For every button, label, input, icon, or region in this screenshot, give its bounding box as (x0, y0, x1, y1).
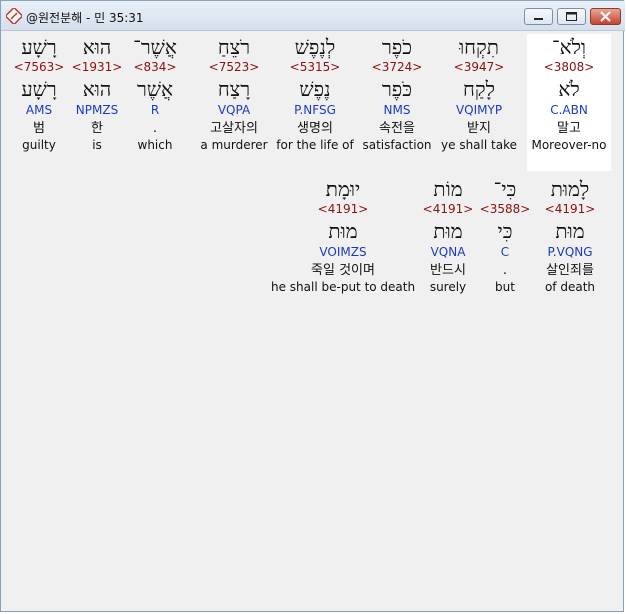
korean-gloss: 속전을 (379, 121, 415, 136)
word-cell[interactable]: כִּי־ <3588> כִּי C . but (477, 176, 533, 294)
interlinear-panel: וְלֹא־ <3808> לֹא C.ABN 말고 Moreover-no ת… (7, 31, 619, 607)
word-cell[interactable]: תִקְחוּ <3947> לָקַח VQIMYP 받지 ye shall … (437, 34, 521, 152)
morph-code: VQPA (217, 103, 251, 117)
minimize-icon (534, 18, 543, 20)
morph-code: VQNA (430, 245, 466, 259)
strong-number[interactable]: <1931> (67, 60, 127, 76)
close-icon (600, 11, 611, 22)
close-button[interactable] (590, 8, 621, 25)
maximize-icon (566, 12, 577, 21)
english-gloss: is (92, 138, 102, 152)
korean-gloss: 생명의 (297, 121, 333, 136)
hebrew-lemma: רָשָׁע (21, 77, 57, 101)
morph-code: VOIMZS (319, 245, 367, 259)
hebrew-lemma: אֲשֶׁר (137, 77, 173, 101)
strong-number[interactable]: <834> (121, 60, 189, 76)
strong-number[interactable]: <4191> (417, 202, 479, 218)
minimize-button[interactable] (524, 8, 553, 25)
strong-number[interactable]: <4191> (271, 202, 415, 218)
strong-number[interactable]: <3808> (527, 60, 611, 76)
hebrew-word: יוּמָת׃ (325, 177, 361, 201)
word-cell[interactable]: יוּמָת׃ <4191> מוּת VOIMZS 죽일 것이며 he sha… (271, 176, 415, 294)
korean-gloss: . (152, 121, 158, 136)
morph-code: C.ABN (550, 103, 588, 117)
app-window: @원전분해 - 민 35:31 וְלֹא־ <3808> לֹא C.ABN … (0, 0, 625, 612)
word-cell[interactable]: רָשָׁע <7563> רָשָׁע AMS 범 guilty (9, 34, 69, 152)
hebrew-lemma: מוּת (433, 219, 463, 243)
word-cell[interactable]: כֹפֶר <3724> כֹּפֶר NMS 속전을 satisfaction (355, 34, 439, 152)
hebrew-lemma: נֶפֶשׁ (299, 77, 331, 101)
hebrew-word: כֹפֶר (381, 35, 413, 59)
morph-code: P.NFSG (294, 103, 336, 117)
strong-number[interactable]: <7563> (9, 60, 69, 76)
hebrew-lemma: כִּי (497, 219, 513, 243)
hebrew-lemma: מוּת (555, 219, 585, 243)
maximize-button[interactable] (557, 8, 586, 25)
strong-number[interactable]: <3947> (437, 60, 521, 76)
hebrew-word: כִּי־ (493, 177, 517, 201)
hebrew-lemma: לֹא (558, 77, 580, 101)
hebrew-word: לְנֶפֶשׁ (294, 35, 336, 59)
english-gloss: surely (429, 280, 467, 294)
english-gloss: but (495, 280, 515, 294)
hebrew-lemma: הוּא (82, 77, 112, 101)
english-gloss: for the life of (276, 138, 354, 152)
word-cell[interactable]: לָמוּת <4191> מוּת P.VQNG 살인죄를 of death (530, 176, 610, 294)
word-cell[interactable]: לְנֶפֶשׁ <5315> נֶפֶשׁ P.NFSG 생명의 for th… (273, 34, 357, 152)
morph-code: NPMZS (75, 103, 119, 117)
hebrew-word: תִקְחוּ (459, 35, 499, 59)
hebrew-lemma: לָקַח (463, 77, 495, 101)
hebrew-word: אֲשֶׁר־ (133, 35, 177, 59)
strong-number[interactable]: <3724> (355, 60, 439, 76)
hebrew-lemma: מוּת (328, 219, 358, 243)
hebrew-lemma: רָצַח (217, 77, 251, 101)
word-cell[interactable]: וְלֹא־ <3808> לֹא C.ABN 말고 Moreover-no (527, 34, 611, 171)
word-cell[interactable]: רֹצֵחַ <7523> רָצַח VQPA 고살자의 a murderer (192, 34, 276, 152)
word-cell[interactable]: מוֹת <4191> מוּת VQNA 반드시 surely (417, 176, 479, 294)
strong-number[interactable]: <7523> (192, 60, 276, 76)
morph-code: NMS (383, 103, 411, 117)
morph-code: P.VQNG (547, 245, 593, 259)
word-cell[interactable]: הוּא <1931> הוּא NPMZS 한 is (67, 34, 127, 152)
strong-number[interactable]: <5315> (273, 60, 357, 76)
hebrew-word: מוֹת (433, 177, 463, 201)
korean-gloss: 고살자의 (210, 121, 258, 136)
strong-number[interactable]: <4191> (530, 202, 610, 218)
hebrew-word: רֹצֵחַ (217, 35, 251, 59)
hebrew-word: הוּא (82, 35, 112, 59)
korean-gloss: 살인죄를 (546, 263, 594, 278)
korean-gloss: . (502, 263, 508, 278)
hebrew-word: לָמוּת (550, 177, 590, 201)
hebrew-word: וְלֹא־ (551, 35, 587, 59)
korean-gloss: 죽일 것이며 (311, 263, 375, 278)
window-title: @원전분해 - 민 35:31 (26, 11, 144, 25)
korean-gloss: 말고 (557, 121, 581, 136)
korean-gloss: 범 (33, 121, 45, 136)
english-gloss: Moreover-no (531, 138, 607, 152)
english-gloss: he shall be-put to death (271, 280, 416, 294)
strong-number[interactable]: <3588> (477, 202, 533, 218)
english-gloss: which (137, 138, 173, 152)
korean-gloss: 반드시 (430, 263, 466, 278)
title-bar[interactable]: @원전분해 - 민 35:31 (1, 1, 625, 31)
app-icon (6, 8, 22, 24)
word-cell[interactable]: אֲשֶׁר־ <834> אֲשֶׁר R . which (121, 34, 189, 152)
english-gloss: a murderer (200, 138, 268, 152)
morph-code: AMS (25, 103, 53, 117)
morph-code: VQIMYP (455, 103, 503, 117)
english-gloss: guilty (22, 138, 56, 152)
korean-gloss: 받지 (467, 121, 491, 136)
english-gloss: satisfaction (362, 138, 432, 152)
morph-code: C (500, 245, 510, 259)
morph-code: R (150, 103, 160, 117)
english-gloss: ye shall take (441, 138, 517, 152)
hebrew-lemma: כֹּפֶר (381, 77, 413, 101)
korean-gloss: 한 (91, 121, 103, 136)
hebrew-word: רָשָׁע (21, 35, 57, 59)
english-gloss: of death (544, 280, 596, 294)
